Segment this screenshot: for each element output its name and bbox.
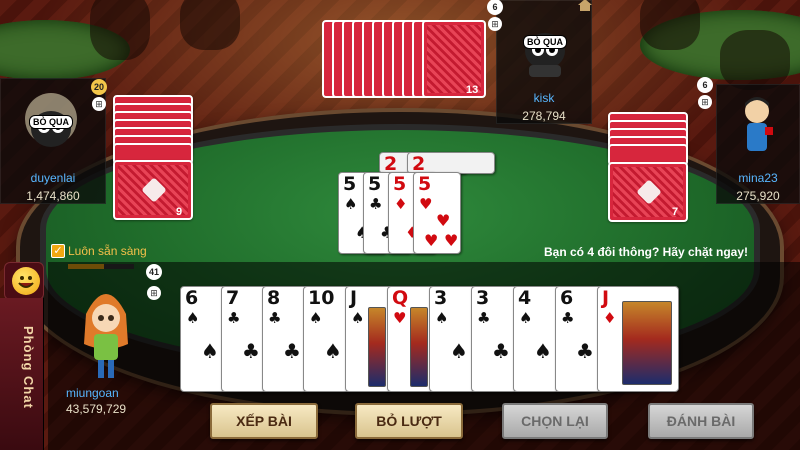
right-player-avatar	[735, 93, 779, 163]
left-player-card-count: 9	[176, 206, 183, 218]
card-pip: ♣	[492, 339, 510, 363]
card-pip: ♠	[534, 339, 552, 363]
card-rank: J	[602, 287, 610, 309]
card-suit-icon: ♥	[419, 195, 433, 213]
chat-label[interactable]: Phòng Chat	[8, 326, 36, 446]
left-player-panel[interactable]: BỎ QUA 20 ⊞ duyenlai 1,474,860	[0, 78, 107, 204]
hand-card[interactable]: J ♦	[597, 286, 679, 392]
card-rank: 4	[518, 287, 532, 309]
top-player-money: 278,794	[522, 109, 566, 123]
right-player-card-count: 7	[672, 206, 679, 218]
card-suit-icon: ♣	[268, 309, 282, 327]
self-player-level-badge: 41	[146, 264, 162, 280]
card-rank: 5	[343, 173, 357, 195]
self-player-avatar	[78, 284, 134, 384]
card-rank: 3	[434, 287, 448, 309]
right-player-money: 275,920	[736, 189, 780, 203]
card-suit-icon: ♣	[227, 309, 241, 327]
card-suit-icon: ♣	[561, 309, 575, 327]
card-rank: 10	[308, 287, 335, 309]
top-player-avatar	[519, 19, 571, 79]
background-chair	[90, 0, 150, 60]
card-pip: ♠	[201, 339, 219, 363]
card-rank: 7	[226, 287, 240, 309]
card-suit-icon: ♦	[394, 195, 408, 213]
card-suit-icon: ♣	[369, 195, 383, 213]
windows-icon: ⊞	[92, 97, 106, 111]
card-pip: ♠	[450, 339, 468, 363]
card-rank: 6	[560, 287, 574, 309]
card-suit-icon: ♠	[309, 309, 323, 327]
background-chair	[180, 0, 240, 50]
card-pip: ♥	[424, 231, 439, 250]
game-scene: 13 BỎ QUA 6 ⊞ kisk 278,794 BỎ QUA 20 ⊞ d…	[0, 0, 800, 450]
card-pip: ♠	[324, 339, 342, 363]
card-rank: 5	[393, 173, 407, 195]
face-card-art	[410, 307, 428, 387]
self-player-name: miungoan	[66, 386, 119, 400]
card-suit-icon: ♠	[519, 309, 533, 327]
played-card: 5 ♥ ♥ ♥ ♥	[413, 172, 461, 254]
card-pip: ♥	[444, 231, 459, 250]
right-player-level-badge: 6	[697, 77, 713, 93]
right-player-name: mina23	[738, 171, 778, 185]
play-cards-button[interactable]: ĐÁNH BÀI	[648, 403, 754, 439]
card-pip: ♣	[242, 339, 260, 363]
top-player-status: BỎ QUA	[523, 35, 567, 49]
card-suit-icon: ♦	[603, 309, 617, 327]
ready-label: Luôn sẵn sàng	[68, 244, 147, 258]
emoji-button[interactable]	[4, 262, 44, 300]
card-pip: ♣	[283, 339, 301, 363]
self-player-money: 43,579,729	[66, 402, 127, 416]
top-player-card-count: 13	[466, 84, 479, 96]
arrange-cards-button[interactable]: XẾP BÀI	[210, 403, 318, 439]
card-pip: ♥	[436, 211, 451, 230]
top-player-name: kisk	[533, 91, 555, 105]
left-player-name: duyenlai	[30, 171, 76, 185]
face-card-art	[622, 301, 672, 385]
right-player-panel[interactable]: 6 ⊞ mina23 275,920	[697, 77, 800, 204]
windows-icon: ⊞	[488, 17, 502, 31]
left-player-level-badge: 20	[91, 79, 107, 95]
card-rank: J	[350, 287, 358, 309]
hint-message: Bạn có 4 đôi thông? Hãy chặt ngay!	[544, 245, 749, 259]
card-rank: 6	[185, 287, 199, 309]
card-suit-icon: ♣	[477, 309, 491, 327]
top-player-panel[interactable]: BỎ QUA 6 ⊞ kisk 278,794	[487, 0, 592, 124]
card-rank: 5	[418, 173, 432, 195]
windows-icon: ⊞	[147, 286, 161, 300]
top-player-level-badge: 6	[487, 0, 503, 15]
card-suit-icon: ♠	[344, 195, 358, 213]
left-player-status: BỎ QUA	[29, 115, 73, 129]
background-chair	[640, 0, 700, 50]
ready-checkbox[interactable]: ✓	[51, 244, 65, 258]
card-rank: 3	[476, 287, 490, 309]
left-player-money: 1,474,860	[26, 189, 80, 203]
card-suit-icon: ♠	[435, 309, 449, 327]
smiley-icon	[12, 267, 40, 295]
card-rank: Q	[392, 287, 409, 309]
card-rank: 5	[368, 173, 382, 195]
card-suit-icon: ♠	[351, 309, 365, 327]
card-rank: 8	[267, 287, 281, 309]
background-chair	[720, 30, 790, 90]
home-icon[interactable]	[577, 0, 593, 12]
windows-icon: ⊞	[698, 95, 712, 109]
played-card: 2♥	[407, 152, 495, 192]
card-suit-icon: ♥	[393, 309, 407, 327]
reselect-button[interactable]: CHỌN LẠI	[502, 403, 608, 439]
card-pip: ♣	[576, 339, 594, 363]
face-card-art	[368, 307, 386, 387]
pass-turn-button[interactable]: BỎ LƯỢT	[355, 403, 463, 439]
card-suit-icon: ♠	[186, 309, 200, 327]
